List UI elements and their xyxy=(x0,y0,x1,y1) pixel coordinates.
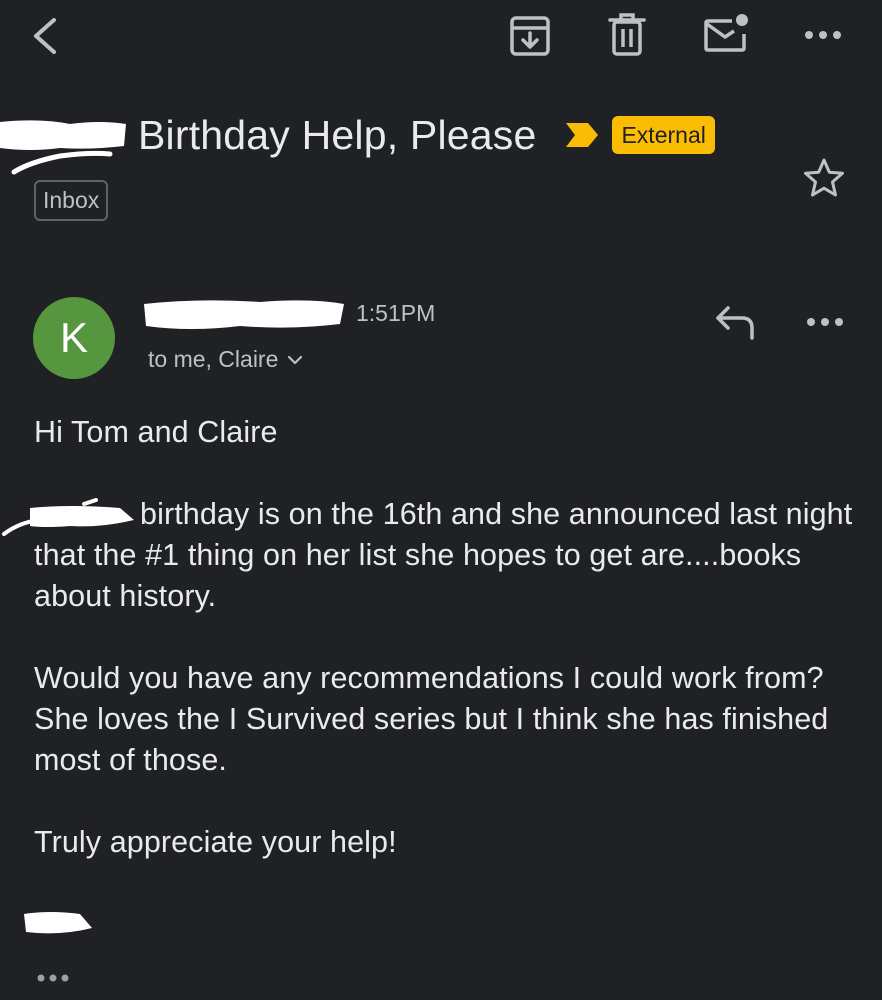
redaction-mark xyxy=(24,912,92,934)
chevron-down-icon xyxy=(288,355,303,364)
back-arrow-icon[interactable] xyxy=(26,14,66,58)
reply-icon[interactable] xyxy=(712,302,758,342)
recipients-text: to me, Claire xyxy=(148,346,279,372)
message-body: Hi Tom and Claire birthday is on the 16t… xyxy=(34,412,864,904)
message-time: 1:51PM xyxy=(356,300,436,326)
redaction-mark xyxy=(0,120,126,175)
body-paragraph: Would you have any recommendations I cou… xyxy=(34,661,829,777)
top-toolbar xyxy=(0,0,882,76)
star-outline-icon[interactable] xyxy=(802,156,846,200)
trash-icon[interactable] xyxy=(606,12,648,58)
folder-label-chip[interactable]: Inbox xyxy=(34,180,109,221)
show-trimmed-content-icon[interactable] xyxy=(34,966,74,990)
important-marker-icon[interactable] xyxy=(564,120,600,150)
sender-avatar[interactable]: K xyxy=(33,297,115,379)
redaction-mark xyxy=(144,300,344,329)
mark-unread-icon[interactable] xyxy=(702,12,752,54)
body-paragraph: Truly appreciate your help! xyxy=(34,825,397,859)
email-view: Birthday Help, Please External Inbox K 1… xyxy=(0,0,882,1000)
archive-icon[interactable] xyxy=(508,14,552,58)
external-badge: External xyxy=(612,116,715,154)
recipients-toggle[interactable]: to me, Claire xyxy=(148,346,303,373)
message-more-icon[interactable] xyxy=(803,308,847,336)
greeting: Hi Tom and Claire xyxy=(34,415,278,449)
more-horizontal-icon[interactable] xyxy=(800,20,846,50)
body-paragraph-text: birthday is on the 16th and she announce… xyxy=(34,497,853,613)
body-paragraph: birthday is on the 16th and she announce… xyxy=(34,494,864,617)
email-subject: Birthday Help, Please xyxy=(138,111,537,158)
subject-row: Birthday Help, Please External xyxy=(138,108,715,162)
